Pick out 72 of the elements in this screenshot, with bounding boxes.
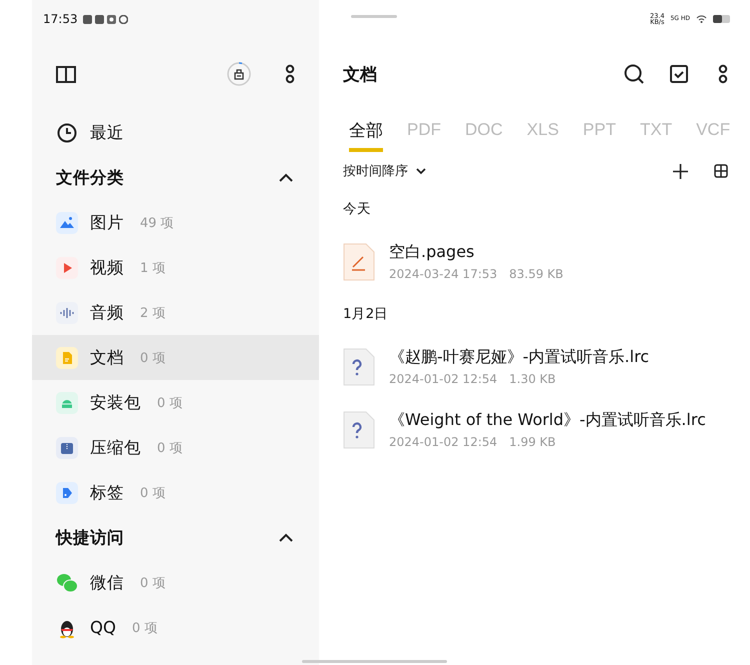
- item-label: 图片: [90, 212, 124, 234]
- caret-icon: [416, 168, 426, 174]
- item-count: 0 项: [132, 620, 158, 636]
- android-icon: [56, 392, 78, 414]
- notification-icons: [82, 14, 128, 24]
- item-label: 视频: [90, 256, 124, 278]
- cleanup-icon[interactable]: [227, 62, 251, 86]
- sidebar-item[interactable]: 安装包 0 项: [32, 380, 319, 425]
- file-size: 1.99 KB: [509, 435, 556, 449]
- item-count: 0 项: [157, 394, 182, 412]
- chat-bubbles-icon: [56, 572, 78, 594]
- date-heading: 今天: [343, 200, 371, 218]
- collapse-icon[interactable]: [279, 173, 293, 182]
- file-size: 83.59 KB: [509, 267, 564, 281]
- file-size: 1.30 KB: [509, 372, 556, 386]
- play-icon: [56, 256, 78, 278]
- file-date: 2024-01-02 12:54: [389, 435, 498, 449]
- date-heading: 1月2日: [343, 305, 388, 323]
- wifi-icon: [696, 15, 707, 23]
- item-count: 0 项: [140, 574, 166, 592]
- page-title: 文档: [343, 64, 378, 86]
- pencil-file-icon: [343, 242, 375, 280]
- sidebar-item[interactable]: 音频 2 项: [32, 290, 319, 335]
- waveform-icon: [56, 302, 78, 324]
- sidebar-item[interactable]: QQ 0 项: [32, 605, 319, 650]
- sidebar-item[interactable]: 最近: [32, 110, 319, 155]
- battery-icon: [713, 15, 730, 23]
- item-count: 0 项: [140, 350, 166, 366]
- item-label: 文档: [90, 346, 124, 368]
- archive-icon: [56, 436, 78, 458]
- sidebar-item[interactable]: 微信 0 项: [32, 560, 319, 605]
- grid-view-icon[interactable]: [714, 164, 728, 178]
- file-name[interactable]: 空白.pages: [389, 242, 564, 263]
- item-count: 0 项: [140, 484, 166, 502]
- sidebar-item[interactable]: 压缩包 0 项: [32, 425, 319, 470]
- item-label: 标签: [90, 482, 124, 504]
- more-icon[interactable]: [718, 64, 728, 84]
- drag-handle[interactable]: [351, 15, 397, 18]
- more-icon[interactable]: [285, 64, 295, 84]
- add-icon[interactable]: [673, 164, 688, 178]
- sidebar-item[interactable]: 图片 49 项: [32, 200, 319, 245]
- section-title: 快捷访问: [56, 526, 124, 548]
- item-label: 音频: [90, 302, 124, 324]
- sidebar-item[interactable]: 标签 0 项: [32, 470, 319, 515]
- item-count: 0 项: [157, 440, 182, 456]
- unknown-file-icon: [343, 410, 375, 448]
- file-name[interactable]: 《Weight of the World》-内置试听音乐.lrc: [389, 410, 706, 431]
- clock-icon: [56, 122, 78, 144]
- sidebar-item[interactable]: 文档 0 项: [32, 335, 319, 380]
- item-count: 49 项: [140, 214, 174, 232]
- item-label: 压缩包: [90, 436, 141, 458]
- file-date: 2024-03-24 17:53: [389, 267, 498, 281]
- filter-tab[interactable]: 全部: [349, 112, 383, 152]
- sidebar-item[interactable]: 视频 1 项: [32, 245, 319, 290]
- document-icon: [56, 346, 78, 368]
- item-label: QQ: [90, 618, 116, 637]
- file-date: 2024-01-02 12:54: [389, 372, 498, 386]
- status-time: 17:53: [43, 12, 78, 26]
- section-title: 文件分类: [56, 166, 124, 188]
- item-count: 1 项: [140, 260, 166, 276]
- item-label: 安装包: [90, 392, 141, 414]
- item-count: 2 项: [140, 304, 166, 322]
- search-icon[interactable]: [624, 64, 644, 84]
- file-name[interactable]: 《赵鹏-叶赛尼娅》-内置试听音乐.lrc: [389, 347, 650, 368]
- checkbox-icon[interactable]: [670, 65, 688, 83]
- unknown-file-icon: [343, 348, 375, 386]
- item-label: 微信: [90, 572, 124, 594]
- mountain-icon: [56, 212, 78, 234]
- sidebar-toggle-icon[interactable]: [56, 66, 76, 82]
- tag-icon: [56, 482, 78, 504]
- collapse-icon[interactable]: [279, 533, 293, 542]
- sort-dropdown[interactable]: 按时间降序: [343, 162, 426, 180]
